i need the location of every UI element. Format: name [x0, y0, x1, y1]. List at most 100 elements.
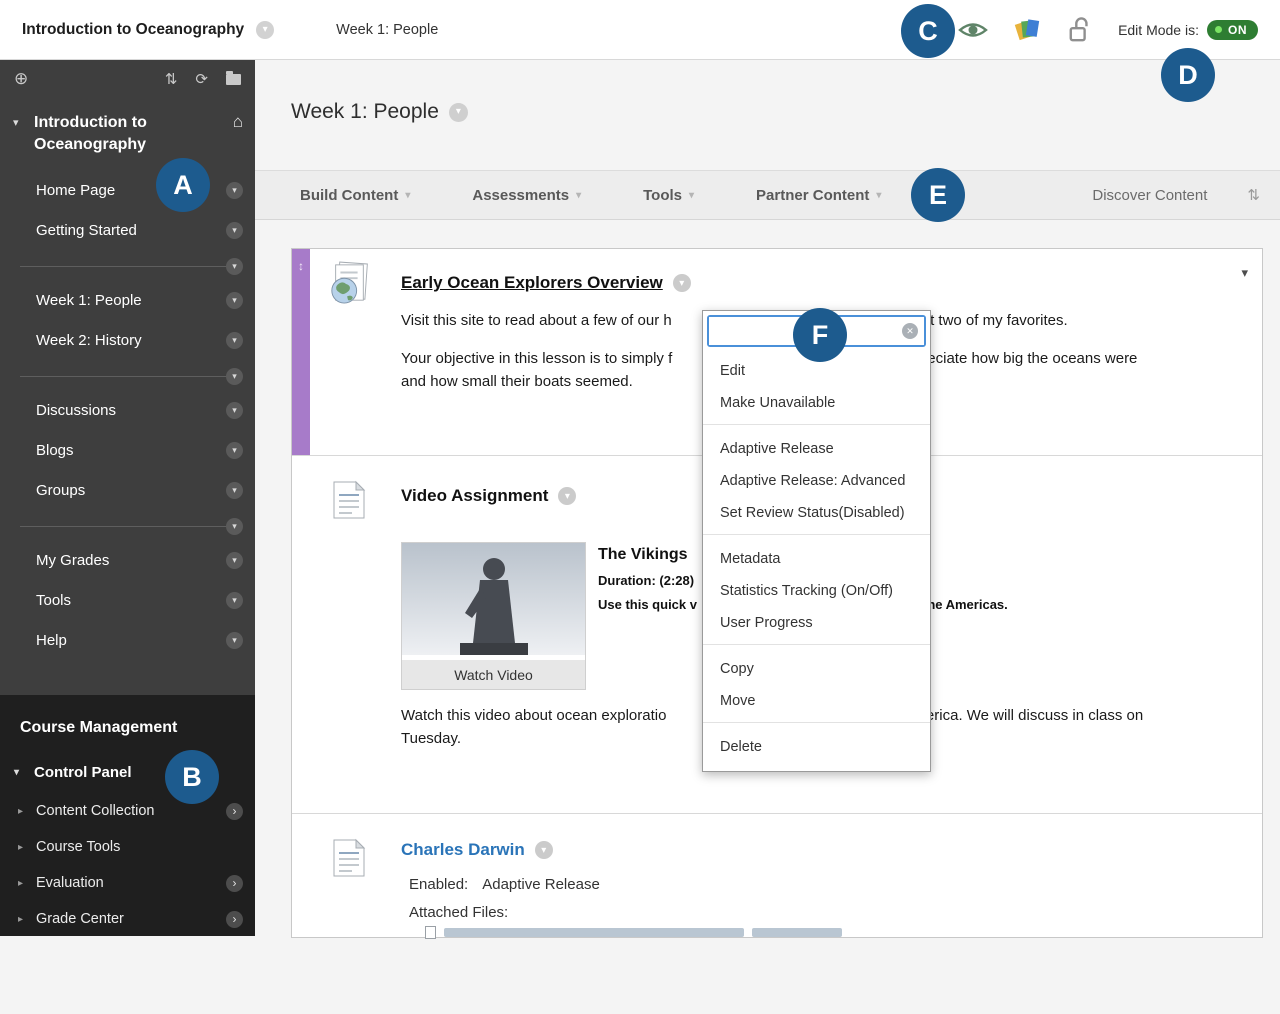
sidebar-item-my-grades[interactable]: My Grades ▾ — [0, 540, 255, 580]
text-fragment: and how small their boats seemed. — [401, 373, 633, 391]
sidebar-item-course-tools[interactable]: ▸ Course Tools — [0, 829, 255, 865]
sidebar-item-label: Discussions — [36, 401, 117, 419]
collapse-caret-icon[interactable]: ▾ — [14, 767, 19, 778]
flyout-arrow-icon[interactable]: › — [226, 910, 243, 928]
sidebar-item-tools[interactable]: Tools ▾ — [0, 580, 255, 620]
add-menu-item-icon[interactable]: ⊕ — [14, 69, 28, 89]
item-options-icon[interactable]: ▾ — [558, 487, 577, 505]
flyout-arrow-icon[interactable]: › — [226, 802, 243, 820]
course-menu-sidebar: ⊕ ⇅ ⟳ ▾ Introduction to Oceanography ⌂ H… — [0, 60, 255, 936]
item-collapse-icon[interactable]: ▾ — [1241, 265, 1248, 281]
expand-caret-icon[interactable]: ▸ — [18, 878, 23, 889]
text-fragment: Watch this video about ocean exploratio — [401, 707, 667, 724]
course-title-menu-icon[interactable]: ▾ — [256, 20, 275, 39]
text-fragment: the Americas. — [922, 597, 1008, 612]
menu-item-statistics-tracking[interactable]: Statistics Tracking (On/Off) — [703, 575, 930, 607]
sidebar-item-week-1-people[interactable]: Week 1: People ▾ — [0, 280, 255, 320]
sidebar-item-label: Content Collection — [36, 803, 155, 819]
course-nav: Home Page ▾ Getting Started ▾ ▾ Week 1: … — [0, 170, 255, 660]
item-title-row: Video Assignment ▾ — [401, 486, 577, 506]
refresh-icon[interactable]: ⟳ — [195, 70, 208, 88]
partner-content-button[interactable]: Partner Content ▾ — [756, 187, 881, 204]
expand-caret-icon[interactable]: ▸ — [18, 842, 23, 853]
partner-content-label: Partner Content — [756, 186, 870, 204]
edit-mode-control: Edit Mode is: ON — [1118, 19, 1258, 40]
item-options-icon[interactable]: ▾ — [226, 551, 243, 569]
sidebar-item-getting-started[interactable]: Getting Started ▾ — [0, 210, 255, 250]
menu-item-copy[interactable]: Copy — [703, 653, 930, 685]
menu-divider: ▾ — [20, 258, 243, 275]
assessments-button[interactable]: Assessments ▾ — [472, 187, 581, 204]
build-content-button[interactable]: Build Content ▾ — [300, 187, 410, 204]
chevron-down-icon: ▾ — [576, 189, 582, 201]
flyout-arrow-icon[interactable]: › — [226, 874, 243, 892]
text-fragment: merica. We will discuss in class on — [913, 707, 1144, 724]
sidebar-course-header[interactable]: ▾ Introduction to Oceanography ⌂ — [0, 98, 255, 165]
sidebar-item-label: Home Page — [36, 181, 116, 199]
collapse-caret-icon[interactable]: ▾ — [13, 116, 19, 129]
menu-item-set-review-status[interactable]: Set Review Status(Disabled) — [703, 497, 930, 529]
item-options-icon[interactable]: ▾ — [672, 274, 691, 292]
sidebar-item-content-collection[interactable]: ▸ Content Collection › — [0, 793, 255, 829]
reorder-icon[interactable]: ⇅ — [165, 70, 178, 88]
divider-options-icon[interactable]: ▾ — [226, 258, 243, 275]
menu-separator — [703, 644, 930, 645]
menu-item-user-progress[interactable]: User Progress — [703, 607, 930, 639]
sidebar-item-grade-center[interactable]: ▸ Grade Center › — [0, 901, 255, 937]
sidebar-item-week-2-history[interactable]: Week 2: History ▾ — [0, 320, 255, 360]
clear-search-icon[interactable]: ✕ — [902, 323, 918, 339]
edit-mode-toggle[interactable]: ON — [1207, 19, 1258, 40]
folder-view-icon[interactable] — [226, 70, 241, 85]
menu-item-metadata[interactable]: Metadata — [703, 543, 930, 575]
divider-options-icon[interactable]: ▾ — [226, 518, 243, 535]
item-options-icon[interactable]: ▾ — [226, 291, 243, 309]
menu-item-move[interactable]: Move — [703, 685, 930, 717]
page-title: Week 1: People — [291, 100, 439, 123]
statue-image — [402, 543, 585, 655]
expand-caret-icon[interactable]: ▸ — [18, 806, 23, 817]
context-menu-list: Adaptive Release Adaptive Release: Advan… — [703, 433, 930, 529]
explorers-title-link[interactable]: Early Ocean Explorers Overview — [401, 273, 663, 293]
selection-highlight-bar: ↕ — [292, 249, 310, 455]
sidebar-item-groups[interactable]: Groups ▾ — [0, 470, 255, 510]
item-options-icon[interactable]: ▾ — [226, 331, 243, 349]
item-options-icon[interactable]: ▾ — [226, 181, 243, 199]
tools-button[interactable]: Tools ▾ — [643, 187, 694, 204]
charles-darwin-title-link[interactable]: Charles Darwin — [401, 840, 525, 860]
unlock-icon[interactable] — [1068, 16, 1092, 44]
sidebar-item-discussions[interactable]: Discussions ▾ — [0, 390, 255, 430]
sidebar-item-help[interactable]: Help ▾ — [0, 620, 255, 660]
menu-item-adaptive-release-advanced[interactable]: Adaptive Release: Advanced — [703, 465, 930, 497]
item-options-icon[interactable]: ▾ — [226, 401, 243, 419]
item-options-icon[interactable]: ▾ — [226, 631, 243, 649]
sidebar-item-home-page[interactable]: Home Page ▾ — [0, 170, 255, 210]
watch-video-button[interactable]: Watch Video — [402, 660, 585, 689]
item-options-icon[interactable]: ▾ — [226, 481, 243, 499]
enabled-label: Enabled: — [409, 876, 469, 893]
video-assignment-title[interactable]: Video Assignment — [401, 486, 548, 506]
chevron-down-icon: ▾ — [689, 189, 695, 201]
attachment-row[interactable] — [425, 926, 842, 939]
edit-mode-label: Edit Mode is: — [1118, 21, 1199, 38]
menu-item-adaptive-release[interactable]: Adaptive Release — [703, 433, 930, 465]
menu-item-make-unavailable[interactable]: Make Unavailable — [703, 387, 930, 419]
item-options-icon[interactable]: ▾ — [226, 441, 243, 459]
item-options-icon[interactable]: ▾ — [534, 841, 553, 859]
drag-handle-icon[interactable]: ↕ — [292, 259, 310, 273]
page-title-menu-icon[interactable]: ▾ — [448, 102, 468, 122]
student-preview-icon[interactable] — [958, 17, 988, 43]
video-thumbnail[interactable]: Watch Video — [401, 542, 586, 690]
home-icon[interactable]: ⌂ — [233, 112, 243, 132]
sidebar-item-blogs[interactable]: Blogs ▾ — [0, 430, 255, 470]
text-fragment: Tuesday. — [401, 730, 462, 748]
item-options-icon[interactable]: ▾ — [226, 221, 243, 239]
menu-divider: ▾ — [20, 518, 243, 535]
expand-caret-icon[interactable]: ▸ — [18, 914, 23, 925]
item-options-icon[interactable]: ▾ — [226, 591, 243, 609]
sort-order-icon[interactable]: ⇅ — [1247, 186, 1260, 204]
sidebar-item-evaluation[interactable]: ▸ Evaluation › — [0, 865, 255, 901]
theme-palette-icon[interactable] — [1014, 17, 1042, 43]
divider-options-icon[interactable]: ▾ — [226, 368, 243, 385]
discover-content-button[interactable]: Discover Content — [1092, 187, 1207, 204]
menu-item-delete[interactable]: Delete — [703, 731, 930, 763]
